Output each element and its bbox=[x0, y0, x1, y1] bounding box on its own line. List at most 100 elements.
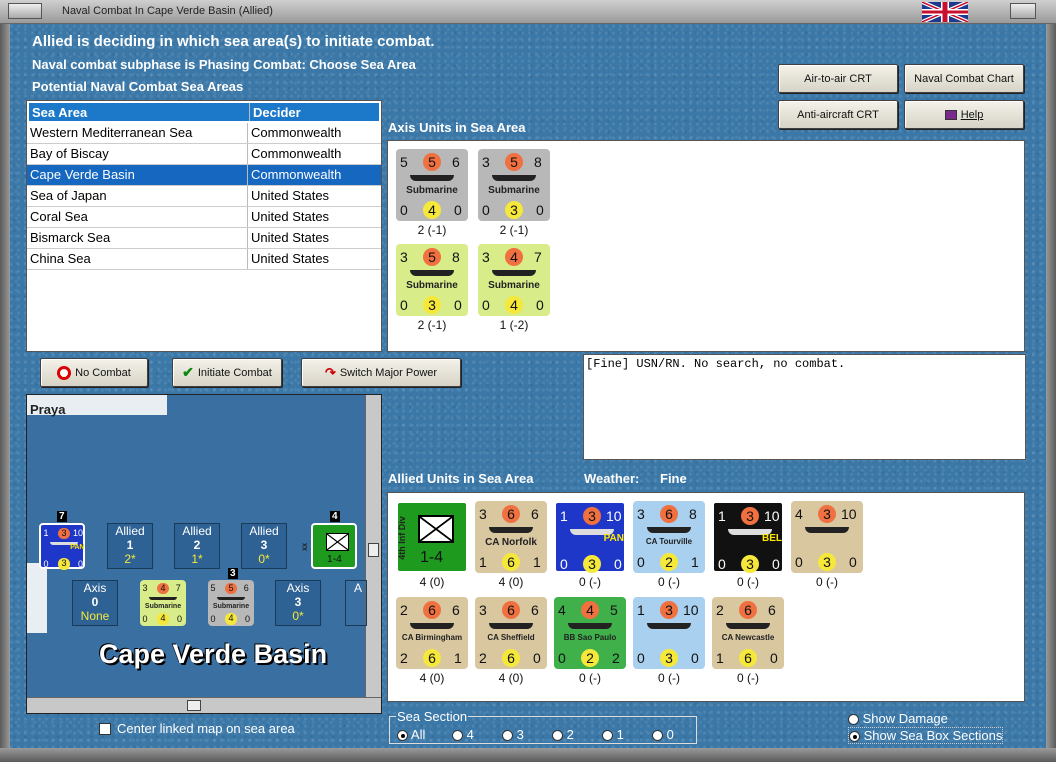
anti-aircraft-crt-button[interactable]: Anti-aircraft CRT bbox=[778, 100, 898, 129]
unit-counter[interactable]: 5 5 6 0 4 0 Submarine bbox=[208, 580, 254, 626]
switch-major-power-button[interactable]: ↷ Switch Major Power bbox=[301, 358, 461, 387]
unit-counter[interactable]: 3 4 7 0 4 0 Submarine bbox=[478, 244, 550, 316]
radio-button[interactable] bbox=[652, 730, 663, 742]
allied-sea-box[interactable]: Allied 1 2* bbox=[107, 523, 153, 569]
sea-section-option-all[interactable]: All bbox=[397, 727, 425, 742]
aa-factor: 0 bbox=[454, 297, 462, 313]
unit-caption: 1 (-2) bbox=[499, 318, 529, 332]
radio-button[interactable] bbox=[502, 730, 513, 742]
unit-counter[interactable]: 4 4 5 0 2 2 BB Sao Paulo bbox=[554, 597, 626, 669]
show-damage-option[interactable]: Show Damage bbox=[848, 711, 948, 726]
unit-counter[interactable]: 1 3 10 0 3 0 BEL bbox=[712, 501, 784, 573]
cell-decider: United States bbox=[251, 230, 330, 245]
sea-box-label: Axis bbox=[83, 581, 107, 595]
radio-button[interactable] bbox=[602, 730, 613, 742]
unit-counter[interactable]: 5 5 6 0 4 0 Submarine bbox=[396, 149, 468, 221]
unit-counter[interactable]: 3 6 6 1 6 1 CA Norfolk bbox=[475, 501, 547, 573]
unit-counter[interactable]: 1 3 10 0 3 0 PAN bbox=[39, 523, 85, 570]
ship-silhouette-icon bbox=[489, 527, 533, 533]
radio-button[interactable] bbox=[452, 730, 463, 742]
unit-counter[interactable]: 4th Inf Div 1-4 bbox=[396, 501, 468, 573]
ship-silhouette-icon bbox=[726, 623, 770, 629]
unit-counter[interactable]: 3 4 7 0 4 0 Submarine bbox=[140, 580, 186, 626]
table-row[interactable]: Bay of Biscay Commonwealth bbox=[27, 144, 381, 165]
table-row[interactable]: Sea of Japan United States bbox=[27, 186, 381, 207]
unit-counter[interactable]: 2 6 6 1 6 0 CA Newcastle bbox=[712, 597, 784, 669]
no-combat-button[interactable]: No Combat bbox=[40, 358, 148, 387]
system-menu-button[interactable] bbox=[8, 3, 42, 19]
radio-button[interactable] bbox=[397, 730, 408, 742]
aa-factor: 0 bbox=[177, 613, 183, 624]
sea-section-option-4[interactable]: 4 bbox=[452, 727, 474, 742]
stack-count-badge: 4 bbox=[330, 511, 340, 522]
defense-factor: 2 bbox=[400, 650, 408, 666]
sea-section-option-1[interactable]: 1 bbox=[602, 727, 624, 742]
range-factor: 7 bbox=[175, 583, 181, 594]
sea-section-option-2[interactable]: 2 bbox=[552, 727, 574, 742]
radio-button-selected[interactable] bbox=[849, 731, 860, 743]
close-window-button[interactable] bbox=[1010, 3, 1036, 19]
unit-counter[interactable]: 2 6 6 2 6 1 CA Birmingham bbox=[396, 597, 468, 669]
cell-area: Coral Sea bbox=[27, 207, 248, 227]
unit-caption: 0 (-) bbox=[579, 575, 601, 589]
scroll-thumb[interactable] bbox=[187, 700, 201, 711]
axis-sea-box-partial[interactable]: A bbox=[345, 580, 367, 626]
cell-area: Western Mediterranean Sea bbox=[27, 123, 248, 143]
air-to-air-crt-button[interactable]: Air-to-air CRT bbox=[778, 64, 898, 93]
map-horizontal-scrollbar[interactable] bbox=[27, 697, 381, 713]
naval-chart-label: Naval Combat Chart bbox=[914, 72, 1014, 85]
table-row-selected[interactable]: Cape Verde Basin Commonwealth bbox=[27, 165, 381, 186]
unit-counter[interactable]: 3 6 8 0 2 1 CA Tourville bbox=[633, 501, 705, 573]
speed-circle: 4 bbox=[157, 613, 169, 625]
unit-counter[interactable]: 1 3 10 0 3 0 PAN bbox=[554, 501, 626, 573]
combat-circle: 6 bbox=[502, 505, 520, 523]
attack-factor: 2 bbox=[400, 602, 408, 618]
attack-factor: 4 bbox=[795, 506, 803, 522]
center-map-checkbox[interactable] bbox=[99, 723, 111, 735]
axis-units-heading: Axis Units in Sea Area bbox=[388, 120, 526, 135]
aa-factor: 1 bbox=[691, 554, 699, 570]
unit-name: CA Sheffield bbox=[487, 633, 535, 642]
sea-area-map[interactable]: Praya Cape Verde Basin Allied 1 2* Allied 2 1… bbox=[26, 394, 382, 714]
unit-counter[interactable]: 3 5 8 0 3 0 Submarine bbox=[396, 244, 468, 316]
unit-name: Submarine bbox=[488, 185, 540, 196]
ship-silhouette-icon bbox=[805, 527, 849, 533]
aa-factor: 1 bbox=[533, 554, 541, 570]
show-sea-box-sections-option[interactable]: Show Sea Box Sections bbox=[848, 727, 1004, 744]
map-vertical-scrollbar[interactable] bbox=[365, 395, 381, 697]
initiate-combat-button[interactable]: ✔ Initiate Combat bbox=[172, 358, 282, 387]
radio-button[interactable] bbox=[552, 730, 563, 742]
allied-sea-box[interactable]: Allied 3 0* bbox=[241, 523, 287, 569]
unit-counter[interactable]: 4 3 10 0 3 0 bbox=[791, 501, 863, 573]
col-sea-area[interactable]: Sea Area bbox=[29, 103, 250, 121]
scroll-thumb[interactable] bbox=[368, 543, 379, 557]
sea-section-option-3[interactable]: 3 bbox=[502, 727, 524, 742]
table-row[interactable]: Coral Sea United States bbox=[27, 207, 381, 228]
range-factor: 10 bbox=[72, 528, 83, 539]
axis-sea-box[interactable]: Axis 3 0* bbox=[275, 580, 321, 626]
sea-section-option-0[interactable]: 0 bbox=[652, 727, 674, 742]
radio-button[interactable] bbox=[848, 714, 859, 726]
col-decider[interactable]: Decider bbox=[250, 103, 361, 121]
help-button[interactable]: Help bbox=[904, 100, 1024, 129]
table-row[interactable]: Western Mediterranean Sea Commonwealth bbox=[27, 123, 381, 144]
cell-decider: United States bbox=[251, 251, 330, 266]
range-factor: 10 bbox=[764, 508, 780, 524]
speed-circle: 6 bbox=[423, 649, 441, 667]
combat-circle: 5 bbox=[423, 153, 441, 171]
unit-counter[interactable]: 1 3 10 0 3 0 bbox=[633, 597, 705, 669]
allied-sea-box[interactable]: Allied 2 1* bbox=[174, 523, 220, 569]
table-row[interactable]: China Sea United States bbox=[27, 249, 381, 270]
attack-factor: 3 bbox=[482, 154, 490, 170]
unit-name: 4th Inf Div bbox=[396, 516, 407, 560]
ship-silhouette-icon bbox=[148, 596, 178, 601]
unit-counter[interactable]: 3 6 6 2 6 0 CA Sheffield bbox=[475, 597, 547, 669]
table-row[interactable]: Bismarck Sea United States bbox=[27, 228, 381, 249]
naval-combat-chart-button[interactable]: Naval Combat Chart bbox=[904, 64, 1024, 93]
aa-factor: 0 bbox=[849, 554, 857, 570]
unit-counter[interactable]: XX 1-4 bbox=[303, 523, 357, 569]
cell-decider: United States bbox=[251, 188, 330, 203]
range-factor: 8 bbox=[534, 154, 542, 170]
unit-counter[interactable]: 3 5 8 0 3 0 Submarine bbox=[478, 149, 550, 221]
axis-sea-box[interactable]: Axis 0 None bbox=[72, 580, 118, 626]
